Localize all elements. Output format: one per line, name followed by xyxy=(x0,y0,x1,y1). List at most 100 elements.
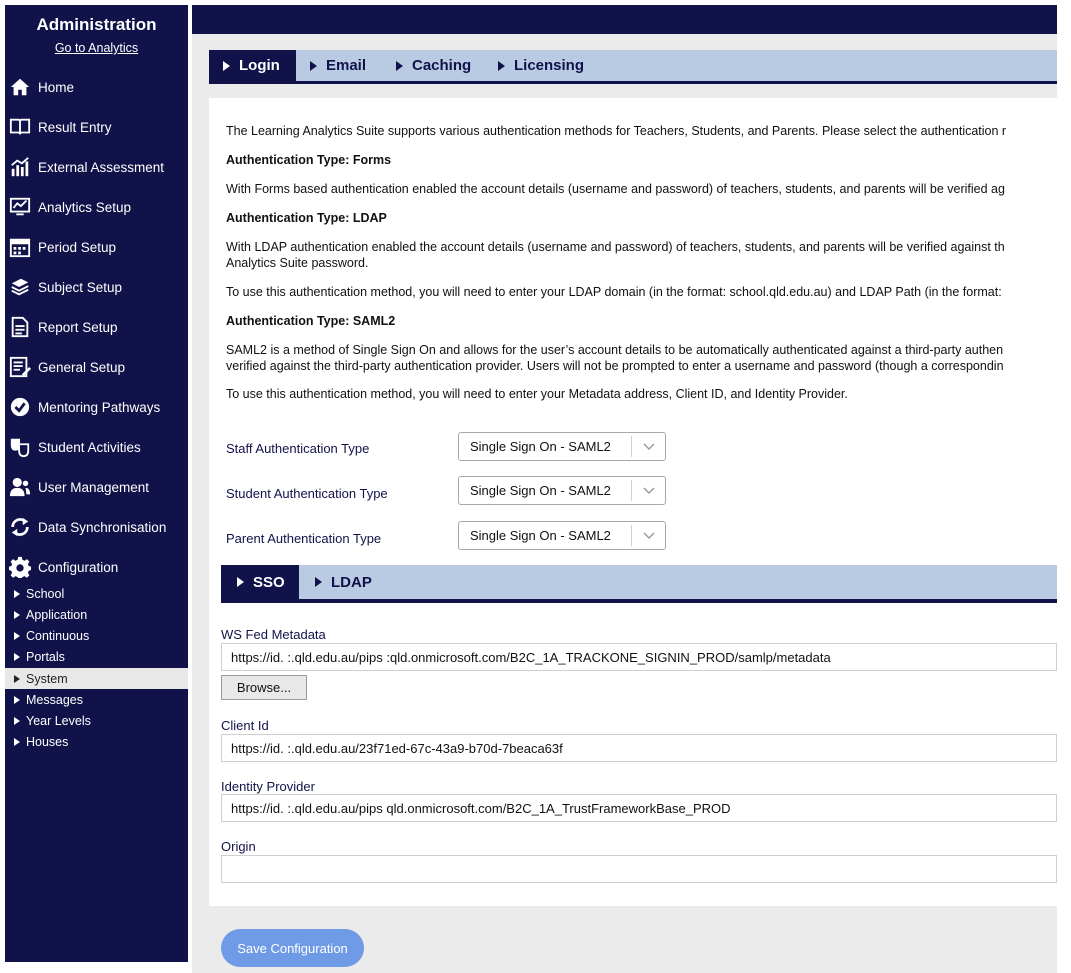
sidebar-item-subject-setup[interactable]: Subject Setup xyxy=(8,272,188,302)
sidebar-item-label: Configuration xyxy=(38,559,119,575)
ldap-text-continued: Analytics Suite password. xyxy=(226,256,369,270)
triangle-right-icon xyxy=(14,737,20,746)
parent-auth-select[interactable]: Single Sign On - SAML2 xyxy=(458,521,666,550)
sub-tab-bar: SSO LDAP xyxy=(221,565,1057,603)
triangle-right-icon xyxy=(315,577,322,587)
sidebar-subitem-label: Continuous xyxy=(26,628,90,643)
sidebar-item-label: Report Setup xyxy=(38,319,118,335)
triangle-right-icon xyxy=(14,716,20,725)
browse-button[interactable]: Browse... xyxy=(221,675,307,700)
tab-bar: Login Email Caching Licensing xyxy=(209,50,1057,84)
sidebar-subitem-application[interactable]: Application xyxy=(5,604,188,625)
sidebar-item-mentoring-pathways[interactable]: Mentoring Pathways xyxy=(8,392,188,422)
staff-auth-select[interactable]: Single Sign On - SAML2 xyxy=(458,432,666,461)
forms-text: With Forms based authentication enabled … xyxy=(226,182,1005,196)
tab-email[interactable]: Email xyxy=(296,50,382,81)
sidebar-item-result-entry[interactable]: Result Entry xyxy=(8,112,188,142)
tab-caching[interactable]: Caching xyxy=(382,50,484,81)
staff-auth-value: Single Sign On - SAML2 xyxy=(470,439,611,454)
login-panel: The Learning Analytics Suite supports va… xyxy=(209,98,1057,906)
student-auth-select[interactable]: Single Sign On - SAML2 xyxy=(458,476,666,505)
sidebar-item-general-setup[interactable]: General Setup xyxy=(8,352,188,382)
client-id-input[interactable]: https://id. :.qld.edu.au/23f71ed-67c-43a… xyxy=(221,734,1057,762)
check-badge-icon xyxy=(8,395,32,419)
masks-icon xyxy=(8,435,32,459)
triangle-right-icon xyxy=(498,60,505,71)
triangle-right-icon xyxy=(14,610,20,619)
sidebar-subitem-label: Houses xyxy=(26,734,69,749)
ldap-heading: Authentication Type: LDAP xyxy=(226,211,387,225)
tab-login[interactable]: Login xyxy=(209,50,296,81)
identity-provider-input[interactable]: https://id. :.qld.edu.au/pips qld.onmicr… xyxy=(221,794,1057,822)
sidebar-item-label: General Setup xyxy=(38,359,126,375)
home-icon xyxy=(8,75,32,99)
sidebar-item-external-assessment[interactable]: External Assessment xyxy=(8,152,188,182)
sidebar-item-configuration[interactable]: Configuration xyxy=(8,552,188,582)
identity-provider-label: Identity Provider xyxy=(221,779,315,794)
sidebar-subitem-system[interactable]: System xyxy=(5,668,188,689)
books-icon xyxy=(8,275,32,299)
monitor-chart-icon xyxy=(8,195,32,219)
tab-label: SSO xyxy=(253,573,285,591)
sidebar-item-label: External Assessment xyxy=(38,159,165,175)
sidebar-subitem-label: System xyxy=(26,671,68,686)
sidebar-subitem-label: School xyxy=(26,586,65,601)
triangle-right-icon xyxy=(14,652,20,661)
metadata-label: WS Fed Metadata xyxy=(221,627,326,642)
student-auth-value: Single Sign On - SAML2 xyxy=(470,483,611,498)
tab-label: Caching xyxy=(412,57,472,74)
sidebar-subitem-messages[interactable]: Messages xyxy=(5,689,188,710)
tab-sso[interactable]: SSO xyxy=(221,565,299,599)
sidebar-subitem-label: Portals xyxy=(26,649,65,664)
chart-icon xyxy=(8,155,32,179)
sidebar-subitem-portals[interactable]: Portals xyxy=(5,646,188,667)
users-icon xyxy=(8,475,32,499)
report-icon xyxy=(8,315,32,339)
calendar-icon xyxy=(8,235,32,259)
sidebar-item-label: Student Activities xyxy=(38,439,141,455)
sidebar-subitem-continuous[interactable]: Continuous xyxy=(5,625,188,646)
sidebar-item-data-synchronisation[interactable]: Data Synchronisation xyxy=(8,512,188,542)
triangle-right-icon xyxy=(14,674,20,683)
triangle-right-icon xyxy=(223,60,230,71)
sidebar-subitem-label: Messages xyxy=(26,692,83,707)
ldap-instructions: To use this authentication method, you w… xyxy=(226,285,1002,299)
student-auth-label: Student Authentication Type xyxy=(226,486,388,501)
sidebar-item-user-management[interactable]: User Management xyxy=(8,472,188,502)
list-edit-icon xyxy=(8,355,32,379)
saml-instructions: To use this authentication method, you w… xyxy=(226,387,848,401)
main-content: Login Email Caching Licensing The Learni… xyxy=(192,34,1057,973)
forms-heading: Authentication Type: Forms xyxy=(226,153,392,167)
triangle-right-icon xyxy=(14,589,20,598)
saml-text-continued: verified against the third-party authent… xyxy=(226,359,1004,373)
sidebar-item-label: Mentoring Pathways xyxy=(38,399,161,415)
sidebar-item-student-activities[interactable]: Student Activities xyxy=(8,432,188,462)
sidebar-subitem-houses[interactable]: Houses xyxy=(5,731,188,752)
triangle-right-icon xyxy=(396,60,403,71)
sidebar-subitem-year-levels[interactable]: Year Levels xyxy=(5,710,188,731)
sidebar-item-analytics-setup[interactable]: Analytics Setup xyxy=(8,192,188,222)
sidebar-item-period-setup[interactable]: Period Setup xyxy=(8,232,188,262)
tab-ldap[interactable]: LDAP xyxy=(299,565,381,599)
tab-licensing[interactable]: Licensing xyxy=(484,50,594,81)
sidebar: Administration Go to Analytics Home Resu… xyxy=(5,5,188,962)
sidebar-subitem-school[interactable]: School xyxy=(5,583,188,604)
sidebar-item-report-setup[interactable]: Report Setup xyxy=(8,312,188,342)
sidebar-title: Administration xyxy=(36,15,157,34)
sidebar-item-label: Subject Setup xyxy=(38,279,123,295)
go-to-analytics-link[interactable]: Go to Analytics xyxy=(5,41,188,55)
metadata-input[interactable]: https://id. :.qld.edu.au/pips :qld.onmic… xyxy=(221,643,1057,671)
sidebar-subitem-label: Year Levels xyxy=(26,713,91,728)
triangle-right-icon xyxy=(14,695,20,704)
sidebar-item-label: Data Synchronisation xyxy=(38,519,167,535)
client-id-label: Client Id xyxy=(221,718,269,733)
tab-label: Email xyxy=(326,57,367,74)
gear-icon xyxy=(8,555,32,579)
sidebar-item-home[interactable]: Home xyxy=(8,72,188,102)
save-configuration-button[interactable]: Save Configuration xyxy=(221,929,364,967)
sidebar-item-label: User Management xyxy=(38,479,150,495)
intro-text: The Learning Analytics Suite supports va… xyxy=(226,124,1007,138)
origin-label: Origin xyxy=(221,839,256,854)
origin-input[interactable] xyxy=(221,855,1057,883)
parent-auth-value: Single Sign On - SAML2 xyxy=(470,528,611,543)
